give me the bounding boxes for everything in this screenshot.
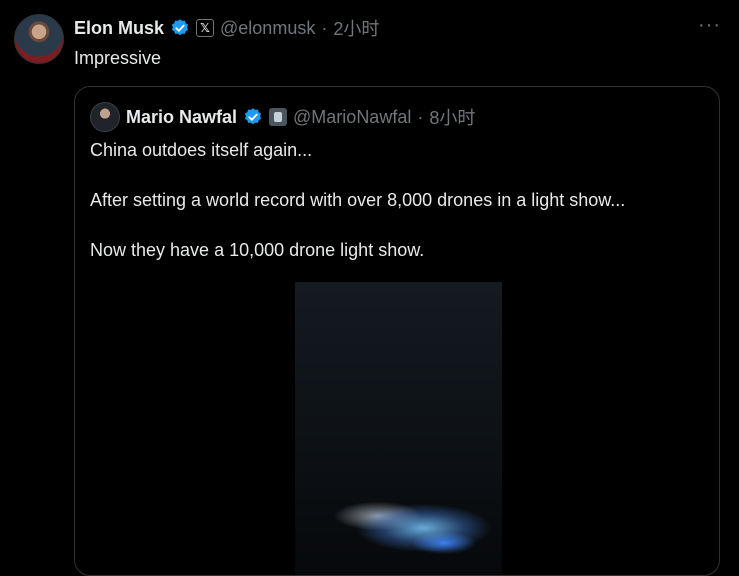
timestamp[interactable]: 2小时 bbox=[333, 15, 379, 41]
quoted-text-line: After setting a world record with over 8… bbox=[90, 190, 626, 210]
tweet-text: Impressive bbox=[74, 48, 162, 68]
quoted-header: Mario Nawfal @MarioNawfal · 8小时 bbox=[126, 105, 475, 129]
verified-badge-icon[interactable] bbox=[243, 107, 263, 127]
quoted-text-line: China outdoes itself again... bbox=[90, 140, 313, 160]
verified-badge-icon[interactable] bbox=[170, 18, 190, 38]
separator-dot: · bbox=[417, 106, 424, 127]
affiliate-badge-icon bbox=[269, 108, 288, 126]
quoted-timestamp[interactable]: 8小时 bbox=[429, 104, 475, 130]
author-handle[interactable]: @elonmusk bbox=[220, 18, 315, 39]
quoted-author-handle[interactable]: @MarioNawfal bbox=[293, 107, 411, 128]
quoted-avatar[interactable] bbox=[90, 102, 120, 132]
separator-dot: · bbox=[321, 17, 328, 38]
avatar[interactable] bbox=[14, 14, 64, 64]
video-thumbnail[interactable] bbox=[295, 282, 502, 575]
tweet: Elon Musk 𝕏 @elonmusk · 2小时 ··· Impressi… bbox=[0, 0, 739, 576]
more-horizontal-icon[interactable]: ··· bbox=[698, 14, 721, 37]
quoted-author-name[interactable]: Mario Nawfal bbox=[126, 107, 237, 128]
quoted-tweet[interactable]: Mario Nawfal @MarioNawfal · 8小时 China ou… bbox=[74, 86, 720, 576]
quoted-text-line: Now they have a 10,000 drone light show. bbox=[90, 240, 425, 260]
author-name[interactable]: Elon Musk bbox=[74, 18, 164, 39]
tweet-header: Elon Musk 𝕏 @elonmusk · 2小时 bbox=[74, 16, 379, 40]
x-logo-icon: 𝕏 bbox=[196, 19, 215, 37]
